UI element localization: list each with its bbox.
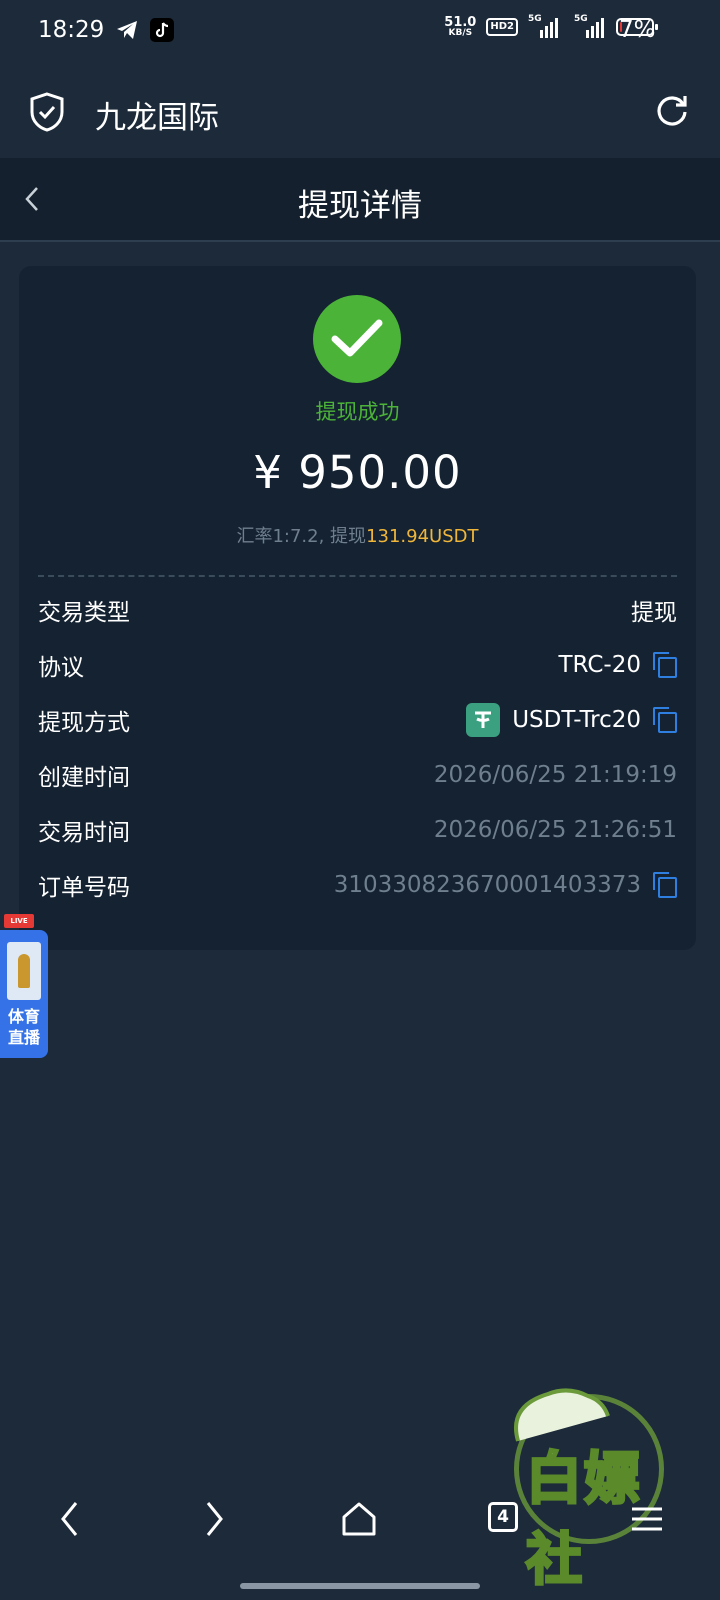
status-bar: 18:29 51.0 KB/S HD2 5G 5G 7%: [0, 0, 720, 64]
amount: ¥ 950.00: [253, 446, 462, 499]
copy-icon[interactable]: [653, 872, 677, 898]
withdraw-detail-card: 提现成功 ¥ 950.00 汇率1:7.2, 提现131.94USDT 交易类型…: [19, 266, 696, 950]
tether-icon: [466, 703, 501, 737]
usdt-amount: 131.94USDT: [366, 526, 479, 547]
detail-row-method: 提现方式 USDT-Trc20: [38, 700, 677, 740]
live-tag: LIVE: [4, 914, 34, 928]
bottom-nav: 4: [0, 1480, 720, 1560]
status-time: 18:29: [38, 17, 105, 43]
nav-bar: 提现详情: [0, 158, 720, 242]
battery-percent-label: 7%: [619, 17, 656, 43]
detail-row-order-number: 订单号码 310330823670001403373: [38, 865, 677, 905]
home-indicator[interactable]: [240, 1583, 480, 1589]
hd-badge: HD2: [486, 18, 518, 36]
app-header: 九龙国际: [0, 64, 720, 158]
detail-row-created: 创建时间 2026/06/25 21:19:19: [38, 762, 677, 791]
back-arrow-icon[interactable]: [58, 1500, 82, 1538]
shield-check-icon: [30, 92, 64, 132]
divider: [38, 575, 677, 577]
tiktok-icon: [150, 18, 174, 42]
app-title: 九龙国际: [95, 100, 219, 136]
detail-row-transaction-time: 交易时间 2026/06/25 21:26:51: [38, 817, 677, 846]
copy-icon[interactable]: [653, 652, 677, 678]
status-text: 提现成功: [315, 400, 400, 424]
forward-arrow-icon[interactable]: [202, 1500, 226, 1538]
detail-row-protocol: 协议 TRC-20: [38, 645, 677, 685]
net-speed: 51.0 KB/S: [444, 15, 477, 38]
rate-line: 汇率1:7.2, 提现131.94USDT: [236, 526, 479, 547]
menu-icon[interactable]: [630, 1506, 664, 1532]
tabs-icon[interactable]: 4: [488, 1502, 518, 1532]
detail-row-type: 交易类型 提现: [38, 600, 677, 626]
signal-icon: 5G: [528, 14, 558, 38]
success-check-icon: [313, 295, 401, 383]
home-icon[interactable]: [340, 1500, 378, 1538]
copy-icon[interactable]: [653, 707, 677, 733]
signal-icon-2: 5G: [568, 14, 606, 38]
trophy-icon: [7, 942, 41, 1000]
refresh-icon[interactable]: [654, 92, 690, 128]
telegram-icon: [117, 21, 137, 39]
page-title: 提现详情: [298, 188, 422, 224]
live-sports-float-button[interactable]: LIVE 体育 直播: [0, 914, 48, 1058]
